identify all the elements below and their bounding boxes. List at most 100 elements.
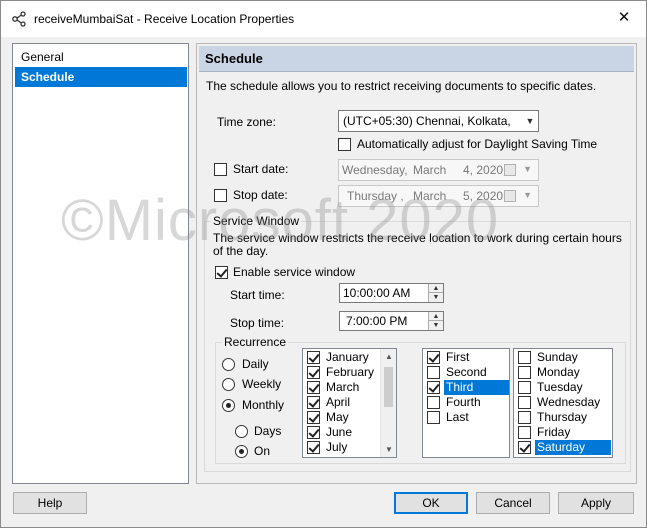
month-checkbox[interactable] xyxy=(307,381,320,394)
apply-button[interactable]: Apply xyxy=(558,492,634,514)
month-checkbox[interactable] xyxy=(307,411,320,424)
ordinal-checkbox[interactable] xyxy=(427,366,440,379)
recurrence-daily-radio[interactable] xyxy=(222,358,235,371)
recurrence-monthly-label: Monthly xyxy=(242,398,285,412)
recurrence-group: Recurrence Daily Weekly Monthly Days On … xyxy=(215,335,626,464)
month-label: March xyxy=(326,380,360,394)
scroll-down-icon[interactable]: ▼ xyxy=(381,442,396,457)
month-checkbox[interactable] xyxy=(307,366,320,379)
list-item[interactable]: Sunday xyxy=(516,350,610,365)
list-item[interactable]: Fourth xyxy=(425,395,507,410)
stop-time-input[interactable]: 7:00:00 PM ▲ ▼ xyxy=(339,311,444,331)
weekday-label: Sunday xyxy=(537,350,578,364)
list-item[interactable]: May xyxy=(305,410,379,425)
list-item[interactable]: January xyxy=(305,350,379,365)
time-zone-value: (UTC+05:30) Chennai, Kolkata, Mumbai xyxy=(343,114,511,128)
month-checkbox[interactable] xyxy=(307,441,320,454)
month-label: April xyxy=(326,395,351,409)
recurrence-weekly-label: Weekly xyxy=(242,377,282,391)
recurrence-monthly-radio[interactable] xyxy=(222,399,235,412)
spin-up-icon[interactable]: ▲ xyxy=(429,284,443,293)
list-item[interactable]: April xyxy=(305,395,379,410)
service-window-description: The service window restricts the receive… xyxy=(213,231,622,258)
weekday-label: Thursday xyxy=(537,410,588,424)
ordinal-label: Second xyxy=(446,365,487,379)
monthly-days-radio[interactable] xyxy=(235,425,248,438)
chevron-down-icon: ▼ xyxy=(523,190,532,200)
start-time-value: 10:00:00 AM xyxy=(343,286,411,300)
start-time-input[interactable]: 10:00:00 AM ▲ ▼ xyxy=(339,283,444,303)
schedule-panel: Schedule The schedule allows you to rest… xyxy=(196,43,637,484)
ordinal-checkbox[interactable] xyxy=(427,381,440,394)
chevron-down-icon: ▼ xyxy=(523,164,532,174)
weekday-checkbox[interactable] xyxy=(518,381,531,394)
schedule-description: The schedule allows you to restrict rece… xyxy=(206,79,597,93)
start-date-month: March xyxy=(413,163,447,177)
list-item[interactable]: Second xyxy=(425,365,507,380)
ok-button[interactable]: OK xyxy=(394,492,468,514)
enable-service-window-checkbox[interactable] xyxy=(215,266,228,279)
scroll-up-icon[interactable]: ▲ xyxy=(381,349,396,364)
list-item[interactable]: Third xyxy=(425,380,509,395)
spin-down-icon[interactable]: ▼ xyxy=(429,293,443,302)
month-label: May xyxy=(326,410,349,424)
spin-down-icon[interactable]: ▼ xyxy=(429,321,443,330)
help-button[interactable]: Help xyxy=(13,492,87,514)
list-item[interactable]: Thursday xyxy=(516,410,610,425)
stop-date-label: Stop date: xyxy=(233,188,288,202)
close-icon[interactable]: ✕ xyxy=(610,5,638,31)
weekday-checkbox[interactable] xyxy=(518,441,531,454)
list-item[interactable]: First xyxy=(425,350,507,365)
monthly-on-radio[interactable] xyxy=(235,445,248,458)
list-item[interactable]: Monday xyxy=(516,365,610,380)
list-item[interactable]: July xyxy=(305,440,379,455)
months-list[interactable]: January February March April May June Ju… xyxy=(302,348,397,458)
weekday-checkbox[interactable] xyxy=(518,396,531,409)
weekday-checkbox[interactable] xyxy=(518,426,531,439)
auto-dst-checkbox[interactable] xyxy=(338,138,351,151)
weekday-checkbox[interactable] xyxy=(518,366,531,379)
ordinal-checkbox[interactable] xyxy=(427,351,440,364)
start-date-picker[interactable]: Wednesday, March 4, 2020 ▼ xyxy=(338,159,539,181)
title-bar: receiveMumbaiSat - Receive Location Prop… xyxy=(1,1,646,37)
month-label: January xyxy=(326,350,369,364)
ordinal-checkbox[interactable] xyxy=(427,396,440,409)
receive-location-icon xyxy=(12,11,26,27)
month-label: July xyxy=(326,440,348,454)
time-zone-select[interactable]: (UTC+05:30) Chennai, Kolkata, Mumbai ▼ xyxy=(338,110,539,132)
list-item[interactable]: Friday xyxy=(516,425,610,440)
list-item[interactable]: Last xyxy=(425,410,507,425)
auto-dst-label: Automatically adjust for Daylight Saving… xyxy=(357,137,598,151)
ordinal-checkbox[interactable] xyxy=(427,411,440,424)
month-checkbox[interactable] xyxy=(307,351,320,364)
month-checkbox[interactable] xyxy=(307,426,320,439)
recurrence-daily-label: Daily xyxy=(242,357,269,371)
list-item[interactable]: March xyxy=(305,380,379,395)
nav-item-general[interactable]: General xyxy=(15,47,187,67)
stop-time-spinner[interactable]: ▲ ▼ xyxy=(428,312,443,330)
list-item[interactable]: Tuesday xyxy=(516,380,610,395)
start-date-label: Start date: xyxy=(233,162,289,176)
list-item[interactable]: February xyxy=(305,365,379,380)
scrollbar-thumb[interactable] xyxy=(384,367,393,407)
weekday-label: Saturday xyxy=(535,440,611,455)
cancel-button[interactable]: Cancel xyxy=(476,492,550,514)
month-checkbox[interactable] xyxy=(307,396,320,409)
stop-date-day: 5, 2020 xyxy=(463,189,504,203)
ordinals-list[interactable]: First Second Third Fourth Last xyxy=(422,348,510,458)
start-time-spinner[interactable]: ▲ ▼ xyxy=(428,284,443,302)
months-scrollbar[interactable]: ▲ ▼ xyxy=(380,349,396,457)
weekday-checkbox[interactable] xyxy=(518,351,531,364)
list-item[interactable]: June xyxy=(305,425,379,440)
list-item[interactable]: Wednesday xyxy=(516,395,610,410)
nav-item-schedule[interactable]: Schedule xyxy=(15,67,187,87)
ordinal-label: Third xyxy=(444,380,509,395)
weekday-checkbox[interactable] xyxy=(518,411,531,424)
spin-up-icon[interactable]: ▲ xyxy=(429,312,443,321)
recurrence-weekly-radio[interactable] xyxy=(222,378,235,391)
list-item[interactable]: Saturday xyxy=(516,440,611,455)
weekdays-list[interactable]: Sunday Monday Tuesday Wednesday Thursday… xyxy=(513,348,613,458)
stop-date-checkbox[interactable] xyxy=(214,189,227,202)
start-date-checkbox[interactable] xyxy=(214,163,227,176)
stop-date-picker[interactable]: Thursday , March 5, 2020 ▼ xyxy=(338,185,539,207)
